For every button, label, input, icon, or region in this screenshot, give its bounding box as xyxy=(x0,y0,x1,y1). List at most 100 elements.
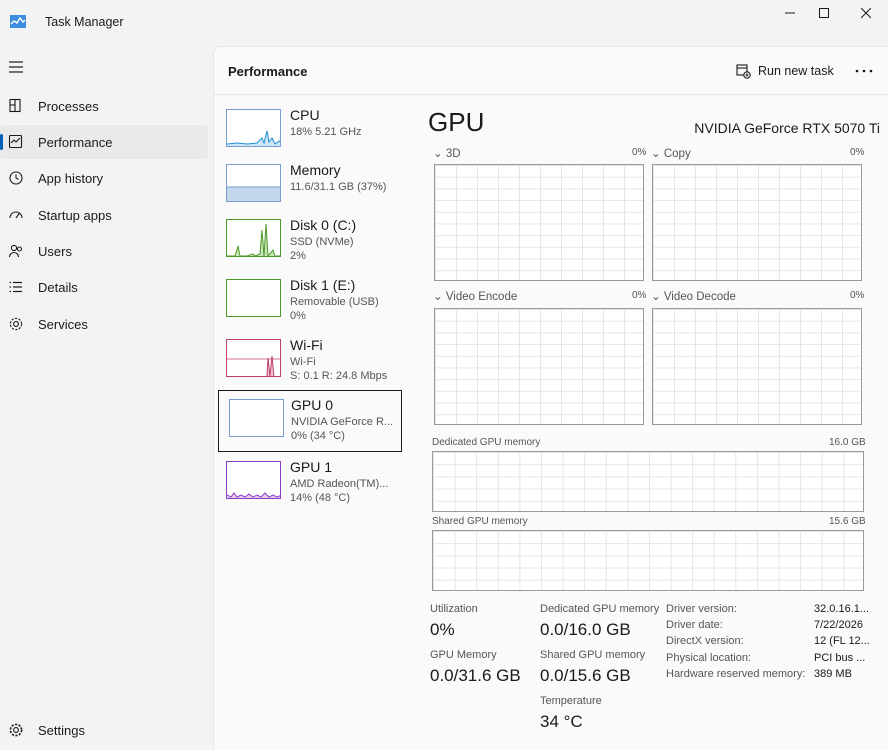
title-bar: Task Manager xyxy=(0,0,888,46)
startup-icon xyxy=(9,211,23,219)
device-disk-1[interactable]: Disk 1 (E:) Removable (USB) 0% xyxy=(218,273,402,333)
dedicated-memory-value: 0.0/16.0 GB xyxy=(540,620,631,639)
close-icon xyxy=(861,8,871,18)
performance-icon xyxy=(8,134,23,149)
gpu-model-name: NVIDIA GeForce RTX 5070 Ti xyxy=(694,120,880,136)
sidebar-item-label: Settings xyxy=(38,723,85,738)
sidebar-item-services[interactable]: Services xyxy=(0,307,208,341)
device-detail: SSD (NVMe) xyxy=(290,236,354,248)
driver-date-label: Driver date: xyxy=(666,619,723,631)
sidebar-item-performance[interactable]: Performance xyxy=(0,125,208,159)
sidebar-item-label: Services xyxy=(38,317,88,332)
engine-video-decode-selector[interactable]: ⌄ Video Decode xyxy=(651,289,736,303)
hamburger-menu-icon[interactable] xyxy=(9,61,23,73)
engine-copy-selector[interactable]: ⌄ Copy xyxy=(651,146,691,160)
sidebar-item-label: Startup apps xyxy=(38,208,112,223)
device-wifi[interactable]: Wi-Fi Wi-Fi S: 0.1 R: 24.8 Mbps xyxy=(218,333,402,393)
maximize-icon xyxy=(819,8,829,18)
device-memory[interactable]: Memory 11.6/31.1 GB (37%) xyxy=(218,158,402,218)
main-panel: Performance Run new task CPU 18% 5.21 GH… xyxy=(213,46,888,750)
window-title: Task Manager xyxy=(45,15,124,29)
utilization-label: Utilization xyxy=(430,603,478,615)
run-task-icon xyxy=(736,63,751,79)
engine-3d-graph xyxy=(434,164,644,281)
device-detail: 18% 5.21 GHz xyxy=(290,126,362,138)
disk1-thumbnail-graph xyxy=(226,279,281,317)
engine-3d-label: 3D xyxy=(445,148,461,160)
sidebar-item-settings[interactable]: Settings xyxy=(0,713,208,747)
more-options-icon[interactable] xyxy=(852,61,876,81)
shared-memory-value: 0.0/15.6 GB xyxy=(540,666,631,685)
page-title: Performance xyxy=(228,64,308,79)
driver-version-value: 32.0.16.1... xyxy=(814,603,870,615)
temperature-label: Temperature xyxy=(540,695,602,707)
sidebar-item-label: App history xyxy=(38,171,104,186)
device-usage: 0% (34 °C) xyxy=(291,430,345,442)
sidebar-item-processes[interactable]: Processes xyxy=(0,89,208,123)
sidebar-item-details[interactable]: Details xyxy=(0,270,208,304)
device-usage: 0% xyxy=(290,310,306,322)
sidebar-nav: Processes Performance App history Startu… xyxy=(0,46,212,750)
driver-version-label: Driver version: xyxy=(666,603,737,615)
sidebar-item-label: Processes xyxy=(38,99,99,114)
cpu-thumbnail-graph xyxy=(226,109,281,147)
engine-video-encode-label: Video Encode xyxy=(445,291,518,303)
sidebar-item-label: Users xyxy=(38,244,72,259)
directx-version-label: DirectX version: xyxy=(666,635,744,647)
gpu-memory-value: 0.0/31.6 GB xyxy=(430,666,521,685)
device-disk-0[interactable]: Disk 0 (C:) SSD (NVMe) 2% xyxy=(218,213,402,273)
engine-video-encode-selector[interactable]: ⌄ Video Encode xyxy=(433,289,517,303)
device-name: Disk 0 (C:) xyxy=(290,217,357,233)
dedicated-memory-graph xyxy=(432,451,864,512)
page-header: Performance Run new task xyxy=(214,47,888,95)
shared-memory-label: Shared GPU memory xyxy=(540,649,646,661)
maximize-button[interactable] xyxy=(802,0,846,26)
sidebar-item-app-history[interactable]: App history xyxy=(0,161,208,195)
utilization-value: 0% xyxy=(430,620,455,639)
physical-location-value: PCI bus ... xyxy=(814,652,866,664)
device-gpu-0[interactable]: GPU 0 NVIDIA GeForce R... 0% (34 °C) xyxy=(218,390,402,452)
shared-memory-graph-label: Shared GPU memory xyxy=(432,516,528,527)
device-detail: AMD Radeon(TM)... xyxy=(290,478,389,490)
dedicated-memory-label: Dedicated GPU memory xyxy=(540,603,660,615)
sidebar-item-users[interactable]: Users xyxy=(0,234,208,268)
shared-memory-graph xyxy=(432,530,864,591)
dedicated-memory-max: 16.0 GB xyxy=(829,437,866,448)
device-gpu-1[interactable]: GPU 1 AMD Radeon(TM)... 14% (48 °C) xyxy=(218,455,402,515)
directx-version-value: 12 (FL 12... xyxy=(814,635,870,647)
device-name: GPU 1 xyxy=(290,459,333,475)
device-name: CPU xyxy=(290,107,320,123)
device-name: Memory xyxy=(290,162,341,178)
engine-copy-percent: 0% xyxy=(850,147,865,158)
disk0-thumbnail-graph xyxy=(226,219,281,257)
close-button[interactable] xyxy=(844,0,888,26)
gpu0-thumbnail-graph xyxy=(229,399,284,437)
dedicated-memory-graph-label: Dedicated GPU memory xyxy=(432,437,541,448)
device-name: Disk 1 (E:) xyxy=(290,277,356,293)
reserved-memory-value: 389 MB xyxy=(814,668,852,680)
driver-date-value: 7/22/2026 xyxy=(814,619,863,631)
device-throughput: S: 0.1 R: 24.8 Mbps xyxy=(290,370,388,382)
engine-3d-selector[interactable]: ⌄ 3D xyxy=(433,146,461,160)
history-icon xyxy=(9,171,23,185)
engine-3d-percent: 0% xyxy=(632,147,647,158)
engine-copy-label: Copy xyxy=(663,148,691,160)
sidebar-item-label: Performance xyxy=(38,135,113,150)
engine-video-decode-label: Video Decode xyxy=(663,291,736,303)
device-detail: Wi-Fi xyxy=(290,356,316,368)
task-manager-logo-icon xyxy=(10,15,26,28)
gpu-heading: GPU xyxy=(428,107,485,137)
wifi-thumbnail-graph xyxy=(226,339,281,377)
physical-location-label: Physical location: xyxy=(666,652,751,664)
services-icon xyxy=(9,317,23,331)
run-new-task-button[interactable]: Run new task xyxy=(736,59,834,83)
sidebar-item-startup-apps[interactable]: Startup apps xyxy=(0,198,208,232)
sidebar-item-label: Details xyxy=(38,280,78,295)
gpu1-thumbnail-graph xyxy=(226,461,281,499)
device-detail: NVIDIA GeForce R... xyxy=(291,416,394,428)
device-name: Wi-Fi xyxy=(290,337,323,353)
engine-video-encode-graph xyxy=(434,308,644,425)
device-cpu[interactable]: CPU 18% 5.21 GHz xyxy=(218,103,402,163)
engine-video-decode-graph xyxy=(652,308,862,425)
device-usage: 14% (48 °C) xyxy=(290,492,351,504)
